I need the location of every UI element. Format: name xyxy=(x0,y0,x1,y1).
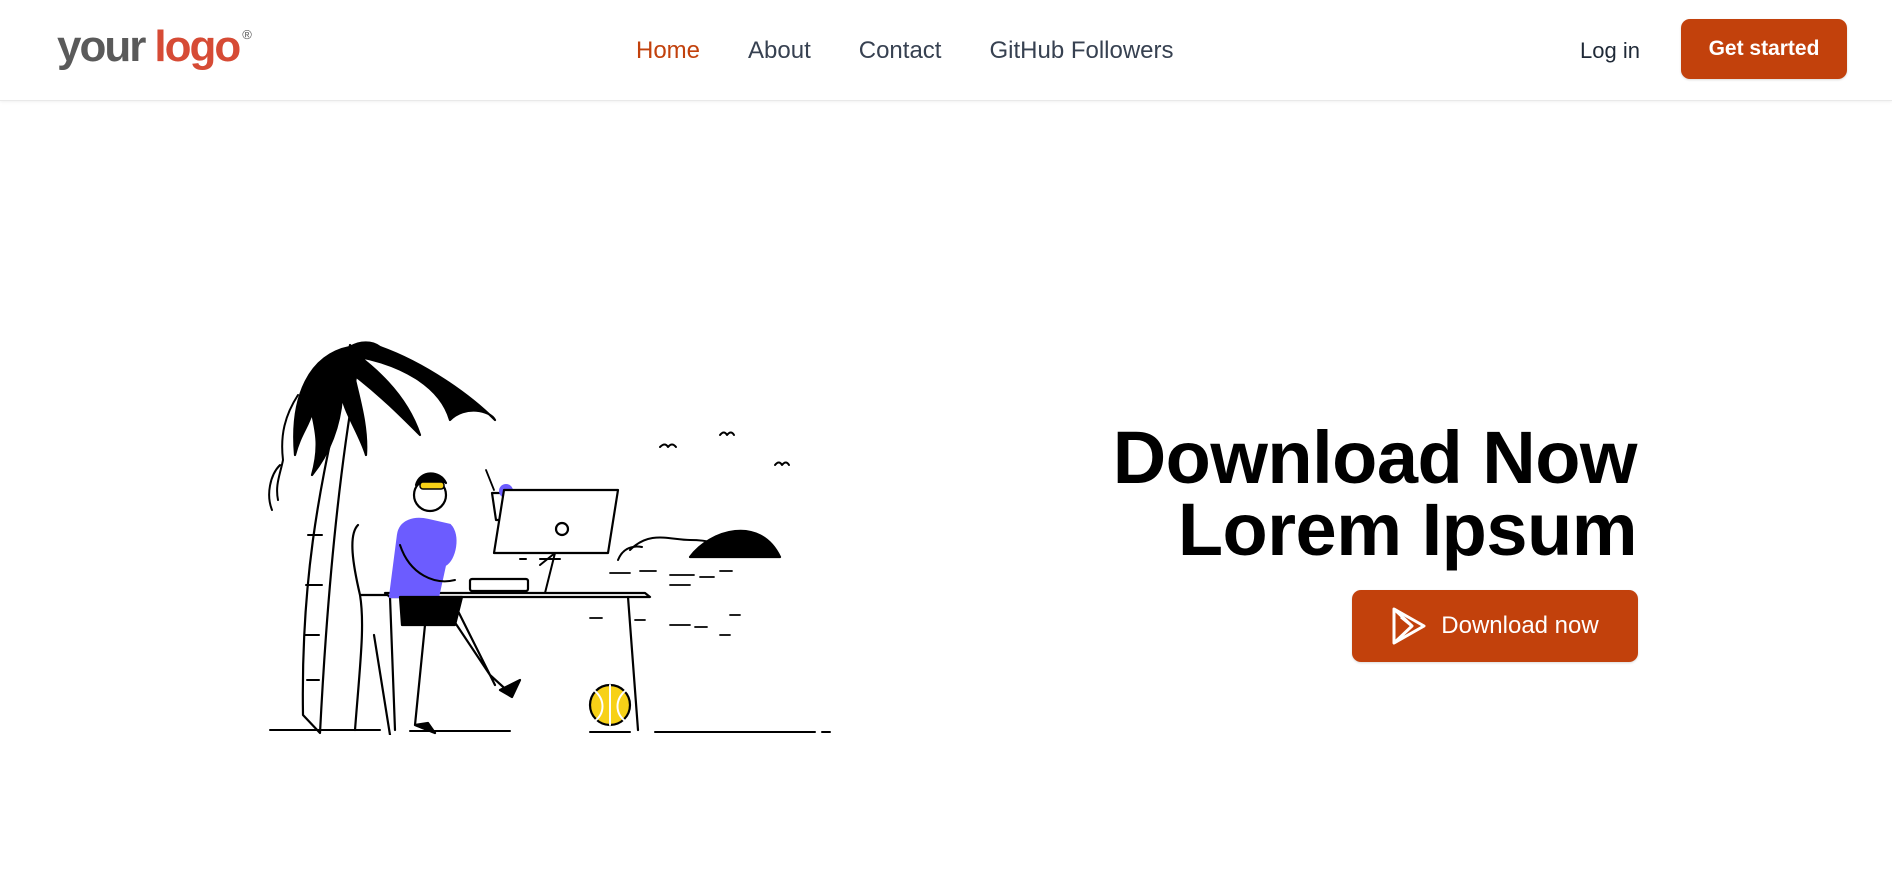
hero-title-line-2: Lorem Ipsum xyxy=(1177,488,1638,571)
nav-link-contact[interactable]: Contact xyxy=(859,36,942,66)
registered-mark: ® xyxy=(242,27,252,42)
brand-logo[interactable]: your logo ® xyxy=(57,22,252,72)
nav-link-home[interactable]: Home xyxy=(636,36,700,66)
hero-title: Download Now Lorem Ipsum xyxy=(1112,416,1638,571)
nav-link-about[interactable]: About xyxy=(748,36,811,66)
ground-line xyxy=(269,729,831,733)
site-header: your logo ® Home About Contact GitHub Fo… xyxy=(0,0,1892,101)
login-link[interactable]: Log in xyxy=(1580,36,1640,66)
palm-fronds xyxy=(293,341,497,477)
monitor xyxy=(492,488,620,555)
bird-1 xyxy=(659,443,677,448)
logo-text-your: your xyxy=(57,22,146,71)
logo-text-logo: logo xyxy=(154,22,241,71)
get-started-button[interactable]: Get started xyxy=(1681,19,1847,79)
download-now-button[interactable]: Download now xyxy=(1352,590,1638,662)
nav-link-github-followers[interactable]: GitHub Followers xyxy=(989,36,1173,66)
main-nav: Home About Contact GitHub Followers xyxy=(636,36,1174,66)
hero-title-line-1: Download Now xyxy=(1112,416,1638,499)
bird-2 xyxy=(719,431,735,436)
bird-3 xyxy=(774,461,790,466)
laptop xyxy=(468,577,530,593)
download-button-label: Download now xyxy=(1441,612,1599,639)
person-shirt xyxy=(388,517,457,599)
hill xyxy=(688,529,782,559)
play-store-icon xyxy=(1391,607,1427,645)
hero-illustration xyxy=(268,341,831,735)
